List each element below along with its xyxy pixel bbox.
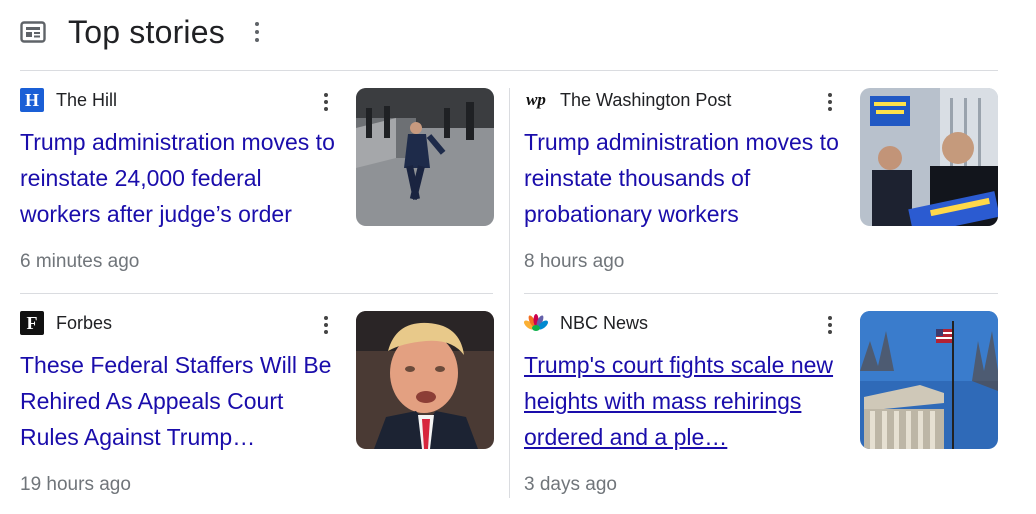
story-source: H The Hill	[20, 88, 117, 112]
nbc-peacock-logo	[524, 311, 548, 335]
washington-post-logo: wp	[526, 90, 546, 109]
story-headline-link[interactable]: Trump administration moves to reinstate …	[524, 124, 840, 232]
forbes-logo: F	[20, 311, 44, 335]
row-divider-right	[524, 293, 998, 294]
story-source: NBC News	[524, 311, 648, 335]
story-timestamp: 8 hours ago	[524, 251, 625, 272]
source-name: The Hill	[56, 89, 118, 110]
story-card[interactable]: H The Hill Trump administration moves to…	[20, 88, 494, 288]
story-timestamp: 19 hours ago	[20, 474, 131, 495]
story-card[interactable]: wp The Washington Post Trump administrat…	[524, 88, 998, 288]
story-more-options-icon[interactable]	[822, 90, 838, 114]
story-thumbnail-image[interactable]	[356, 88, 494, 226]
story-card[interactable]: NBC News Trump's court fights scale new …	[524, 311, 998, 511]
story-thumbnail-image[interactable]	[860, 88, 998, 226]
story-thumbnail-image[interactable]	[356, 311, 494, 449]
story-headline-link[interactable]: These Federal Staffers Will Be Rehired A…	[20, 347, 336, 455]
story-more-options-icon[interactable]	[822, 313, 838, 337]
story-card[interactable]: F Forbes These Federal Staffers Will Be …	[20, 311, 494, 511]
source-name: Forbes	[56, 312, 113, 333]
newspaper-icon	[20, 21, 46, 43]
source-name: The Washington Post	[560, 89, 732, 110]
story-more-options-icon[interactable]	[318, 313, 334, 337]
story-source: F Forbes	[20, 311, 112, 335]
column-divider	[509, 88, 510, 498]
top-divider	[20, 70, 998, 71]
story-timestamp: 6 minutes ago	[20, 251, 140, 272]
story-source: wp The Washington Post	[524, 88, 731, 112]
row-divider-left	[20, 293, 493, 294]
section-more-menu-icon[interactable]	[247, 17, 267, 47]
story-thumbnail-image[interactable]	[860, 311, 998, 449]
top-stories-header: Top stories	[20, 12, 267, 52]
story-more-options-icon[interactable]	[318, 90, 334, 114]
story-timestamp: 3 days ago	[524, 474, 617, 495]
story-headline-link[interactable]: Trump administration moves to reinstate …	[20, 124, 336, 232]
the-hill-logo: H	[20, 88, 44, 112]
section-title: Top stories	[68, 13, 225, 50]
source-name: NBC News	[560, 312, 649, 333]
story-headline-link[interactable]: Trump's court fights scale new heights w…	[524, 347, 840, 455]
